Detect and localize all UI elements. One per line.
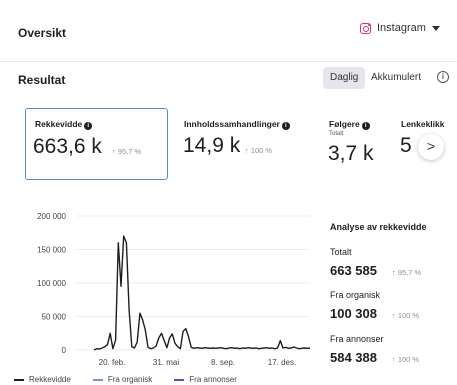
x-tick-label: 20. feb. [99, 358, 126, 367]
legend-swatch [14, 378, 24, 381]
metric-value: 663,6 k [33, 135, 102, 158]
analysis-title: Analyse av rekkevidde [330, 222, 427, 232]
legend-swatch [92, 378, 103, 381]
x-tick-label: 17. des. [268, 358, 296, 367]
analysis-total-label: Totalt [330, 247, 352, 257]
y-tick-label: 50 000 [42, 313, 67, 322]
results-card: Resultat Daglig Akkumulert i Rekkevidde i… [0, 62, 457, 385]
y-tick-label: 200 000 [37, 212, 66, 221]
next-metrics-button[interactable]: > [418, 134, 444, 160]
analysis-total-value: 663 585 [330, 263, 377, 278]
chart-series [93, 235, 311, 351]
series-line [93, 235, 311, 351]
page-title: Oversikt [18, 26, 67, 40]
chevron-down-icon [431, 25, 440, 31]
metric-trend: ↑ 100 % [245, 146, 273, 155]
info-icon[interactable]: i [437, 71, 449, 83]
chart-y-axis: 200 000 150 000 100 000 50 000 0 [37, 212, 66, 355]
chart-x-axis: 20. feb. 31. mai 8. sep. 17. des. [99, 358, 297, 367]
legend-label: Rekkevidde [29, 375, 71, 384]
y-tick-label: 100 000 [37, 279, 66, 288]
instagram-icon [360, 22, 371, 34]
legend-item-reach: Rekkevidde [14, 375, 71, 384]
metric-card-content-interactions[interactable]: Innholdssamhandlinger i 14,9 k ↑ 100 % [176, 108, 314, 180]
analysis-total-trend: ↑ 95,7 % [392, 268, 422, 277]
x-tick-label: 8. sep. [211, 358, 235, 367]
analysis-ads-label: Fra annonser [330, 334, 384, 344]
chart-legend: Rekkevidde Fra organisk Fra annonser [14, 375, 259, 384]
analysis-organic-value: 100 308 [330, 306, 377, 321]
metric-value: 5 [400, 134, 412, 157]
analysis-organic-trend: ↑ 100 % [392, 311, 420, 320]
info-icon: i [84, 122, 93, 130]
accumulated-toggle[interactable]: Akkumulert [364, 67, 428, 89]
analysis-organic-label: Fra organisk [330, 290, 381, 300]
overview-header: Oversikt Instagram [0, 0, 457, 62]
metric-value: 14,9 k [183, 134, 241, 157]
metric-sublabel: Totalt [329, 131, 344, 137]
legend-item-organic: Fra organisk [92, 375, 153, 384]
x-tick-label: 31. mai [153, 358, 179, 367]
legend-label: Fra annonser [189, 375, 237, 384]
y-tick-label: 0 [62, 346, 67, 355]
info-icon: i [361, 122, 370, 130]
info-icon: i [281, 122, 290, 130]
metric-label: Lenkeklikk [401, 119, 445, 129]
metric-trend: ↑ 95,7 % [112, 147, 142, 156]
y-tick-label: 150 000 [37, 246, 66, 255]
daily-toggle[interactable]: Daglig [323, 67, 366, 89]
metric-card-followers[interactable]: Følgere i Totalt 3,7 k [322, 108, 390, 180]
legend-swatch [174, 378, 185, 381]
platform-dropdown[interactable]: Instagram [360, 22, 440, 34]
legend-item-ads: Fra annonser [174, 375, 237, 384]
results-title: Resultat [18, 73, 66, 87]
metric-label: Innholdssamhandlinger [184, 119, 280, 129]
metric-value: 3,7 k [328, 142, 374, 165]
metric-card-reach[interactable]: Rekkevidde i 663,6 k ↑ 95,7 % [25, 108, 168, 180]
metric-label: Følgere [329, 119, 360, 129]
analysis-ads-trend: ↑ 100 % [392, 355, 420, 364]
analysis-ads-value: 584 388 [330, 350, 377, 365]
chart-grid [76, 215, 310, 351]
metric-label: Rekkevidde [35, 119, 83, 129]
legend-label: Fra organisk [107, 375, 153, 384]
platform-dropdown-label: Instagram [377, 22, 426, 34]
reach-chart: 200 000 150 000 100 000 50 000 0 20. feb. 31.… [37, 212, 311, 367]
